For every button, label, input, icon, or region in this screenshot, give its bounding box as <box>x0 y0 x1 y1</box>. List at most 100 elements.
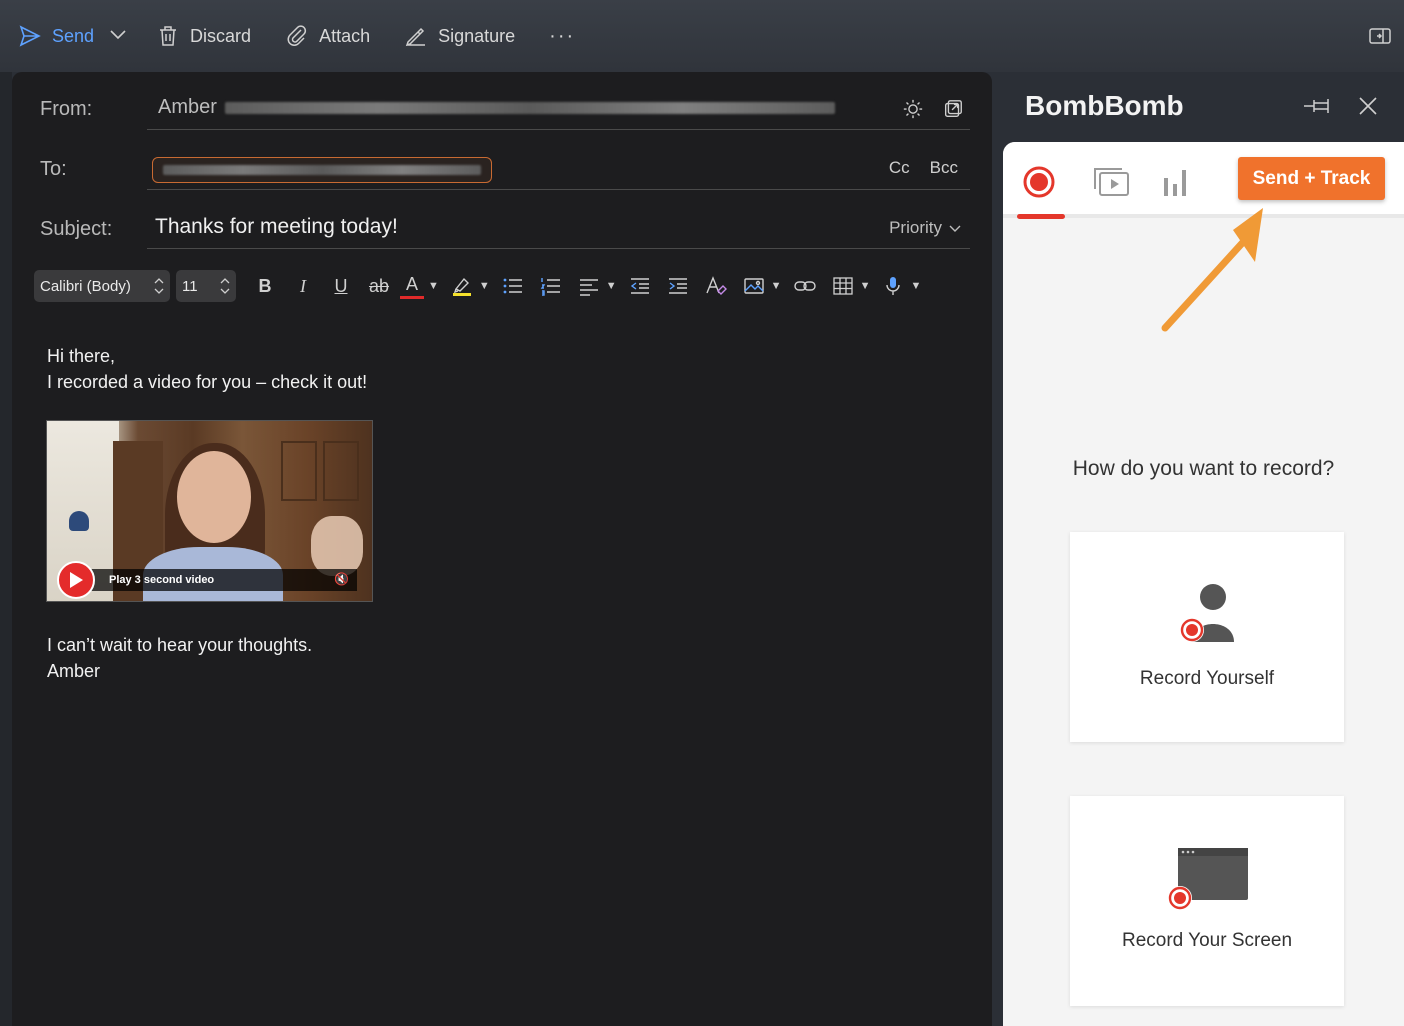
text-style-icon <box>706 276 727 295</box>
redacted-recipient <box>163 165 481 175</box>
font-family-select[interactable]: Calibri (Body) <box>34 270 170 302</box>
video-scene-face <box>177 451 251 543</box>
tab-videos[interactable] <box>1091 162 1131 202</box>
strikethrough-button[interactable]: ab <box>362 270 396 302</box>
tab-analytics[interactable] <box>1155 162 1195 202</box>
bullets-button[interactable] <box>496 270 530 302</box>
align-button[interactable] <box>572 270 606 302</box>
analytics-icon <box>1164 170 1186 196</box>
tab-record[interactable] <box>1019 162 1059 202</box>
from-field[interactable]: Amber <box>158 96 835 119</box>
pen-icon <box>405 27 426 47</box>
signature-button[interactable]: Signature <box>404 24 515 48</box>
send-options-chevron[interactable] <box>108 24 128 49</box>
chevron-down-icon <box>110 29 126 39</box>
record-yourself-label: Record Yourself <box>1139 668 1275 689</box>
sun-icon[interactable] <box>902 98 924 120</box>
send-button[interactable]: Send <box>18 24 94 48</box>
left-strip <box>0 72 12 1026</box>
bombbomb-panel: Send + Track How do you want to record? … <box>1003 142 1404 1026</box>
more-options-button[interactable]: ··· <box>549 25 575 48</box>
from-value: Amber <box>158 96 217 118</box>
webcam-person-icon <box>1180 584 1234 642</box>
compose-pane: From: Amber To: Cc Bcc Subject: Thanks f… <box>12 72 992 1026</box>
font-color-button[interactable]: A <box>400 273 424 299</box>
chevron-down-icon[interactable]: ▼ <box>428 280 439 292</box>
stepper-icon <box>220 278 230 294</box>
bcc-button[interactable]: Bcc <box>930 158 958 178</box>
link-icon <box>793 281 816 291</box>
font-size-select[interactable]: 11 <box>176 270 236 302</box>
pop-out-icon[interactable] <box>1368 24 1392 48</box>
redacted-address <box>224 101 835 114</box>
highlight-button[interactable] <box>445 270 479 302</box>
pin-icon[interactable] <box>1302 94 1334 118</box>
chevron-down-icon[interactable]: ▼ <box>771 280 782 292</box>
record-screen-card[interactable]: Record Your Screen <box>1070 796 1344 1006</box>
priority-dropdown[interactable]: Priority <box>889 218 962 238</box>
subject-row: Subject: <box>40 218 158 241</box>
chevron-down-icon[interactable]: ▼ <box>479 280 490 292</box>
play-icon <box>70 572 83 588</box>
bold-button[interactable]: B <box>248 270 282 302</box>
highlighter-icon <box>452 277 471 296</box>
italic-button[interactable]: I <box>286 270 320 302</box>
to-label: To: <box>40 158 67 180</box>
increase-indent-button[interactable] <box>661 270 695 302</box>
styles-button[interactable] <box>699 270 733 302</box>
subject-input[interactable]: Thanks for meeting today! <box>155 215 398 239</box>
bullet-list-icon <box>503 278 522 294</box>
body-line: Hi there, <box>47 346 116 366</box>
dictate-button[interactable] <box>876 270 910 302</box>
mute-icon[interactable]: 🔇 <box>334 572 349 586</box>
insert-link-button[interactable] <box>788 270 822 302</box>
send-track-button[interactable]: Send + Track <box>1238 157 1385 200</box>
bombbomb-header: BombBomb <box>1003 72 1404 142</box>
video-library-icon <box>1094 168 1129 196</box>
cc-bcc-group: Cc Bcc <box>889 158 958 178</box>
open-window-icon[interactable] <box>942 98 964 120</box>
trash-icon <box>160 26 177 46</box>
screen-record-icon <box>1168 848 1248 910</box>
from-label: From: <box>40 98 93 120</box>
video-scene-door <box>281 441 317 501</box>
insert-picture-button[interactable] <box>737 270 771 302</box>
close-icon[interactable] <box>1356 94 1380 118</box>
stepper-icon <box>154 278 164 294</box>
signature-label: Signature <box>438 25 516 46</box>
send-label: Send <box>52 25 95 46</box>
insert-table-button[interactable] <box>826 270 860 302</box>
underline-button[interactable]: U <box>324 270 358 302</box>
chevron-down-icon[interactable]: ▼ <box>606 280 617 292</box>
play-button[interactable] <box>57 561 95 599</box>
subject-label: Subject: <box>40 218 113 240</box>
video-caption: Play 3 second video <box>109 574 215 586</box>
priority-label: Priority <box>889 218 942 237</box>
message-body[interactable]: Hi there, I recorded a video for you – c… <box>47 343 367 395</box>
cc-button[interactable]: Cc <box>889 158 910 178</box>
numbering-button[interactable] <box>534 270 568 302</box>
from-row: From: <box>40 98 158 121</box>
tab-active-indicator <box>1017 214 1065 219</box>
indent-icon <box>668 278 687 294</box>
video-caption-bar: Play 3 second video 🔇 <box>67 569 357 591</box>
recipient-chip[interactable] <box>152 157 492 183</box>
picture-icon <box>743 278 764 294</box>
record-question: How do you want to record? <box>1072 457 1335 480</box>
paperclip-icon <box>287 25 307 46</box>
microphone-icon <box>886 277 901 295</box>
record-icon <box>1023 166 1055 198</box>
decrease-indent-button[interactable] <box>623 270 657 302</box>
record-yourself-card[interactable]: Record Yourself <box>1070 532 1344 742</box>
message-body-closing[interactable]: I can’t wait to hear your thoughts. Ambe… <box>47 632 312 684</box>
video-thumbnail[interactable]: Play 3 second video 🔇 <box>46 420 373 602</box>
chevron-down-icon[interactable]: ▼ <box>860 280 871 292</box>
table-icon <box>832 277 853 295</box>
outdent-icon <box>630 278 649 294</box>
discard-button[interactable]: Discard <box>156 24 251 48</box>
chevron-down-icon[interactable]: ▼ <box>910 280 921 292</box>
video-scene-vase <box>69 511 89 531</box>
video-scene-door <box>323 441 359 501</box>
attach-button[interactable]: Attach <box>285 24 370 48</box>
from-divider <box>147 129 970 130</box>
